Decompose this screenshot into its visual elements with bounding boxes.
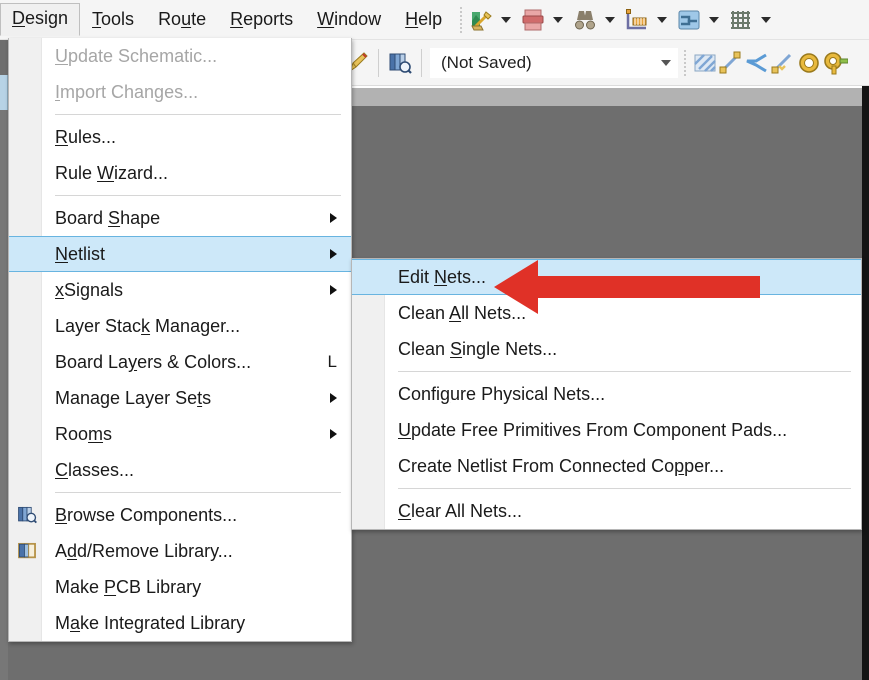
menu-help[interactable]: Help bbox=[393, 4, 454, 36]
submenu-arrow-icon bbox=[330, 393, 337, 403]
application-window: Design Tools Route Reports Window Help (… bbox=[0, 0, 869, 680]
interactive-routing-icon[interactable] bbox=[718, 50, 744, 76]
toolbar-separator bbox=[684, 49, 686, 76]
toolbar-measure[interactable] bbox=[624, 7, 676, 33]
secondary-toolbar: (Not Saved) bbox=[340, 40, 869, 86]
chevron-down-icon[interactable] bbox=[501, 16, 512, 23]
menu-item-board-layers-colors[interactable]: Board Layers & Colors... L bbox=[9, 344, 351, 380]
place-pad-icon[interactable] bbox=[822, 50, 848, 76]
canvas-right-border bbox=[862, 84, 869, 680]
view-configuration-combo[interactable]: (Not Saved) bbox=[430, 47, 678, 78]
menu-bar: Design Tools Route Reports Window Help bbox=[0, 0, 869, 40]
chevron-down-icon[interactable] bbox=[553, 16, 564, 23]
chevron-down-icon[interactable] bbox=[605, 16, 616, 23]
toolbar-print-preview[interactable] bbox=[520, 7, 572, 33]
menu-item-make-integrated-library[interactable]: Make Integrated Library bbox=[9, 605, 351, 641]
menu-item-import-changes[interactable]: Import Changes... bbox=[9, 74, 351, 110]
menu-item-manage-layer-sets[interactable]: Manage Layer Sets bbox=[9, 380, 351, 416]
menu-item-clean-single-nets[interactable]: Clean Single Nets... bbox=[352, 331, 861, 367]
toolbar-find-similar[interactable] bbox=[572, 7, 624, 33]
grid-icon bbox=[731, 10, 751, 29]
polygon-pour-icon[interactable] bbox=[692, 50, 718, 76]
menu-item-board-layers-shortcut: L bbox=[327, 352, 337, 371]
chevron-down-icon[interactable] bbox=[709, 16, 720, 23]
toolbar-layer-stack[interactable] bbox=[676, 7, 728, 33]
menu-item-rooms[interactable]: Rooms bbox=[9, 416, 351, 452]
menu-item-classes[interactable]: Classes... bbox=[9, 452, 351, 488]
menu-tools[interactable]: Tools bbox=[80, 4, 146, 36]
red-callout-arrow bbox=[494, 260, 760, 314]
differential-pair-routing-icon[interactable] bbox=[744, 50, 770, 76]
place-via-icon[interactable] bbox=[796, 50, 822, 76]
menu-design-label: esign bbox=[25, 8, 69, 28]
browse-components-icon[interactable] bbox=[387, 50, 413, 76]
left-panel-gutter bbox=[0, 110, 8, 680]
toolbar-separator bbox=[421, 48, 422, 77]
toolbar-separator bbox=[378, 48, 379, 77]
submenu-arrow-icon bbox=[330, 429, 337, 439]
submenu-arrow-icon bbox=[330, 285, 337, 295]
menu-item-layer-stack-manager[interactable]: Layer Stack Manager... bbox=[9, 308, 351, 344]
menu-item-update-schematic[interactable]: Update Schematic... bbox=[9, 38, 351, 74]
find-similar-icon bbox=[575, 10, 596, 29]
toolbar-separator bbox=[460, 6, 463, 33]
menu-separator bbox=[55, 492, 341, 493]
toolbar-grid[interactable] bbox=[728, 7, 780, 33]
menu-item-configure-physical-nets[interactable]: Configure Physical Nets... bbox=[352, 376, 861, 412]
left-panel-tab-strip[interactable] bbox=[0, 75, 8, 110]
print-preview-icon bbox=[522, 9, 544, 30]
menu-separator bbox=[398, 488, 851, 489]
library-icon bbox=[18, 542, 36, 559]
toolbar-draw-schematic[interactable] bbox=[468, 7, 520, 33]
menu-separator bbox=[55, 195, 341, 196]
menu-item-update-free-primitives[interactable]: Update Free Primitives From Component Pa… bbox=[352, 412, 861, 448]
menu-route[interactable]: Route bbox=[146, 4, 218, 36]
menu-item-clear-all-nets[interactable]: Clear All Nets... bbox=[352, 493, 861, 529]
draw-schematic-icon bbox=[471, 10, 492, 30]
menu-item-import-changes-label: mport Changes... bbox=[60, 81, 199, 102]
menu-item-update-schematic-label: pdate Schematic... bbox=[68, 45, 218, 66]
menu-window[interactable]: Window bbox=[305, 4, 393, 36]
menu-reports[interactable]: Reports bbox=[218, 4, 305, 36]
menu-item-rules[interactable]: Rules... bbox=[9, 119, 351, 155]
menu-item-make-pcb-library[interactable]: Make PCB Library bbox=[9, 569, 351, 605]
menu-item-rule-wizard[interactable]: Rule Wizard... bbox=[9, 155, 351, 191]
menu-separator bbox=[55, 114, 341, 115]
menu-item-board-shape[interactable]: Board Shape bbox=[9, 200, 351, 236]
submenu-arrow-icon bbox=[330, 249, 337, 259]
layer-stack-icon bbox=[678, 10, 700, 29]
menu-separator bbox=[398, 371, 851, 372]
menu-item-netlist[interactable]: Netlist bbox=[9, 236, 351, 272]
chevron-down-icon[interactable] bbox=[657, 16, 668, 23]
browse-components-icon bbox=[18, 506, 37, 524]
view-configuration-value: (Not Saved) bbox=[441, 52, 532, 72]
interactive-length-tuning-icon[interactable] bbox=[770, 50, 796, 76]
measure-tool-icon bbox=[626, 8, 647, 29]
submenu-arrow-icon bbox=[330, 213, 337, 223]
menu-item-create-netlist-from-copper[interactable]: Create Netlist From Connected Copper... bbox=[352, 448, 861, 484]
menu-item-browse-components[interactable]: Browse Components... bbox=[9, 497, 351, 533]
design-menu: Update Schematic... Import Changes... Ru… bbox=[8, 38, 352, 642]
menu-item-add-remove-library[interactable]: Add/Remove Library... bbox=[9, 533, 351, 569]
menu-item-xsignals[interactable]: xSignals bbox=[9, 272, 351, 308]
chevron-down-icon[interactable] bbox=[661, 59, 671, 66]
menu-design[interactable]: Design bbox=[0, 3, 81, 36]
chevron-down-icon[interactable] bbox=[761, 16, 772, 23]
